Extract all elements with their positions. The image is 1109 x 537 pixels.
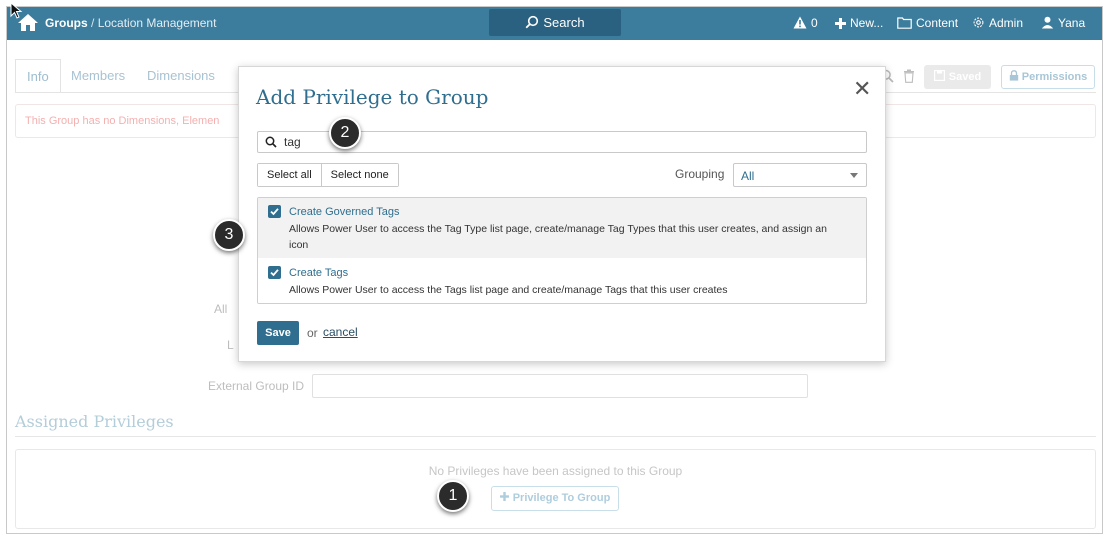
grouping-selected-value: All xyxy=(741,169,755,183)
privilege-checkbox[interactable] xyxy=(268,205,281,218)
breadcrumb-separator: / xyxy=(87,16,98,30)
chevron-down-icon xyxy=(850,173,858,178)
grouping-label: Grouping xyxy=(675,167,725,181)
field-label-l: L xyxy=(227,338,234,352)
breadcrumb-groups-link[interactable]: Groups xyxy=(45,16,88,30)
gear-icon xyxy=(973,17,984,28)
breadcrumb: Groups / Location Management xyxy=(45,16,216,30)
app-window: Groups / Location Management Search 0 Ne… xyxy=(6,6,1103,534)
add-privilege-dialog: Add Privilege to Group ✕ Select all Sele… xyxy=(238,66,886,362)
top-nav-bar: Groups / Location Management Search 0 Ne… xyxy=(7,7,1102,40)
add-privilege-label: Privilege To Group xyxy=(512,492,611,504)
alerts-menu[interactable]: 0 xyxy=(793,16,818,30)
tab-info[interactable]: Info xyxy=(15,59,61,93)
field-label-all: All xyxy=(214,302,228,316)
saved-button-label: Saved xyxy=(948,71,982,83)
cancel-link[interactable]: cancel xyxy=(323,325,358,339)
folder-icon xyxy=(897,17,912,29)
step-callout-1: 1 xyxy=(437,480,469,512)
privilege-search-input[interactable] xyxy=(284,134,844,150)
admin-menu[interactable]: Admin xyxy=(972,16,1023,30)
new-menu[interactable]: New... xyxy=(835,16,883,30)
tab-members[interactable]: Members xyxy=(71,59,125,93)
section-divider xyxy=(15,436,1096,437)
checkmark-icon xyxy=(270,269,279,277)
search-icon xyxy=(525,15,539,29)
search-button-label: Search xyxy=(543,15,585,30)
breadcrumb-current: Location Management xyxy=(97,16,217,30)
alerts-count: 0 xyxy=(811,16,818,30)
step-callout-2: 2 xyxy=(329,117,361,149)
external-group-id-input[interactable] xyxy=(312,374,808,398)
assigned-privileges-title: Assigned Privileges xyxy=(15,412,174,431)
saved-button[interactable]: Saved xyxy=(924,65,991,89)
no-privileges-text: No Privileges have been assigned to this… xyxy=(428,464,683,478)
user-icon xyxy=(1041,16,1054,29)
admin-menu-label: Admin xyxy=(989,16,1024,30)
search-icon xyxy=(265,136,277,148)
privilege-list: Create Governed Tags Allows Power User t… xyxy=(257,197,867,304)
plus-icon xyxy=(499,492,509,501)
plus-icon xyxy=(835,18,846,29)
privilege-name[interactable]: Create Governed Tags xyxy=(289,206,399,218)
content-menu[interactable]: Content xyxy=(897,16,958,30)
warning-text: This Group has no Dimensions, Elemen xyxy=(25,115,220,127)
select-all-button[interactable]: Select all xyxy=(258,164,321,186)
privilege-checkbox[interactable] xyxy=(268,266,281,279)
privilege-description: Allows Power User to access the Tags lis… xyxy=(289,284,728,296)
trash-icon[interactable] xyxy=(903,69,915,83)
mouse-cursor-icon xyxy=(10,2,23,19)
permissions-button[interactable]: Permissions xyxy=(1001,65,1095,89)
privilege-description: Allows Power User to access the Tag Type… xyxy=(289,223,827,251)
tab-dimensions[interactable]: Dimensions xyxy=(147,59,215,93)
grouping-select[interactable]: All xyxy=(733,163,867,187)
lock-icon xyxy=(1009,70,1018,81)
privilege-list-item[interactable]: Create Tags Allows Power User to access … xyxy=(258,258,866,303)
external-group-id-label: External Group ID xyxy=(208,379,305,393)
new-menu-label: New... xyxy=(850,16,884,30)
privilege-list-item[interactable]: Create Governed Tags Allows Power User t… xyxy=(258,198,866,258)
step-callout-3: 3 xyxy=(213,219,245,251)
assigned-privileges-panel: No Privileges have been assigned to this… xyxy=(15,449,1096,529)
selection-button-group: Select all Select none xyxy=(257,163,399,187)
or-text: or xyxy=(307,326,318,340)
user-menu-label: Yana xyxy=(1058,16,1086,30)
warning-icon xyxy=(793,16,807,29)
global-search-button[interactable]: Search xyxy=(489,9,621,36)
close-icon[interactable]: ✕ xyxy=(853,78,871,100)
add-privilege-to-group-button[interactable]: Privilege To Group xyxy=(491,486,619,511)
checkmark-icon xyxy=(270,208,279,216)
permissions-button-label: Permissions xyxy=(1021,71,1088,83)
content-menu-label: Content xyxy=(916,16,959,30)
save-button[interactable]: Save xyxy=(257,321,299,345)
privilege-name[interactable]: Create Tags xyxy=(289,267,348,279)
floppy-disk-icon xyxy=(933,70,945,82)
select-none-button[interactable]: Select none xyxy=(320,164,398,186)
dialog-title: Add Privilege to Group xyxy=(256,85,489,109)
user-menu[interactable]: Yana xyxy=(1041,16,1085,30)
